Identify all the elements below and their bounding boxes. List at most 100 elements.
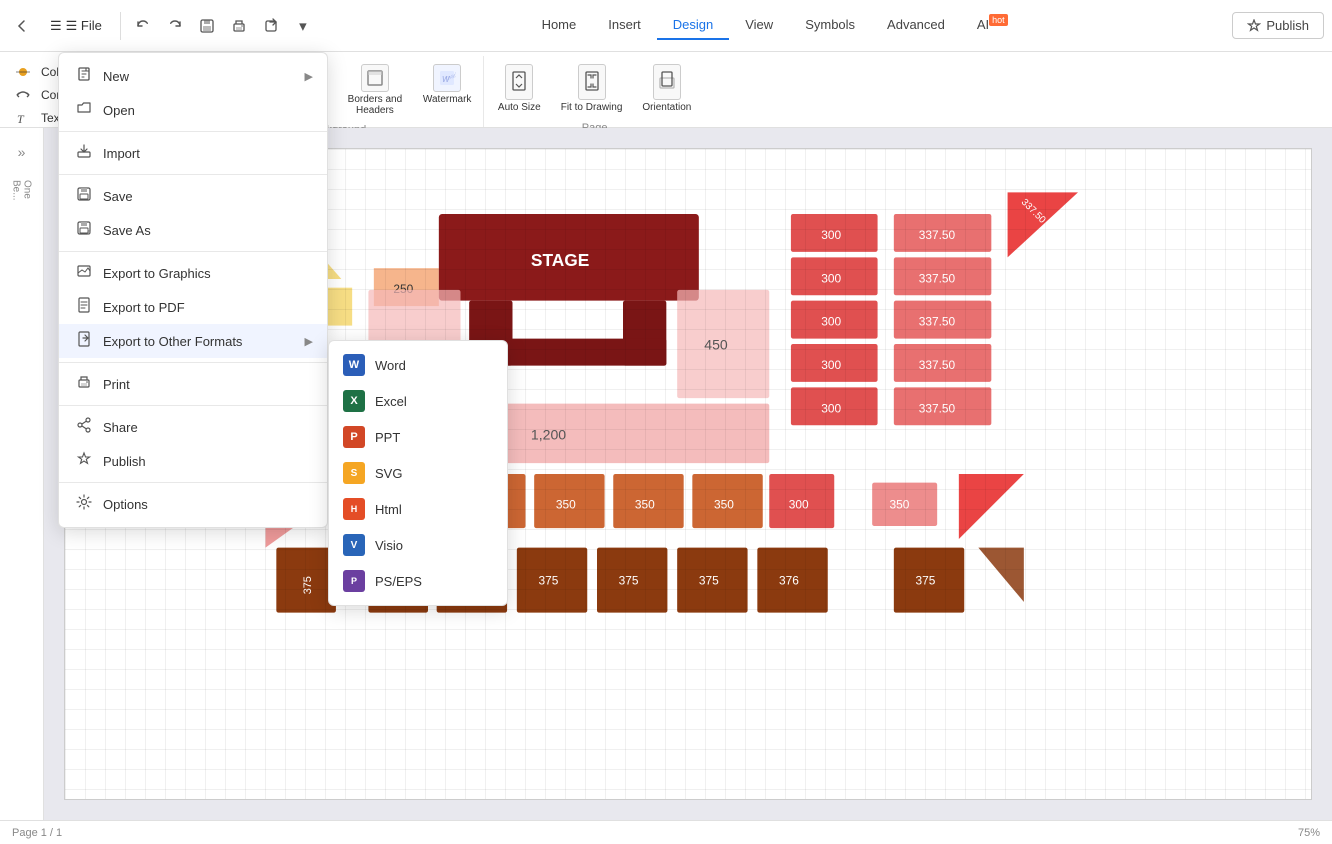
sidebar-collapse-button[interactable]: » [6,136,38,168]
print-button[interactable] [225,12,253,40]
submenu-label-svg: SVG [375,466,402,481]
svg-text:337.50: 337.50 [919,315,956,329]
sidebar: » OneBe... [0,128,44,820]
menu-item-export-other[interactable]: Export to Other Formats ▶ [59,324,327,358]
menu-label-print: Print [103,377,130,392]
tab-advanced[interactable]: Advanced [871,11,961,40]
sep-3 [59,251,327,252]
menu-label-share: Share [103,420,138,435]
options-icon [75,494,93,514]
svg-text:250: 250 [393,282,413,296]
undo-button[interactable] [129,12,157,40]
svg-text:337.50: 337.50 [919,358,956,372]
orientation-icon [653,64,681,100]
export-other-arrow: ▶ [305,335,313,348]
menu-item-save-as[interactable]: Save As [59,213,327,247]
export-button[interactable] [257,12,285,40]
tab-view[interactable]: View [729,11,789,40]
svg-text:337.50: 337.50 [1019,197,1048,226]
statusbar: Page 1 / 1 75% [0,820,1332,844]
menu-item-open[interactable]: Open [59,93,327,127]
pseps-icon: P [343,570,365,592]
import-icon [75,143,93,163]
submenu-label-html: Html [375,502,402,517]
svg-text:376: 376 [779,574,799,588]
tab-insert[interactable]: Insert [592,11,657,40]
menu-label-export-pdf: Export to PDF [103,300,185,315]
sep-6 [59,482,327,483]
auto-size-button[interactable]: Auto Size [492,60,547,118]
sep-1 [59,131,327,132]
new-icon [75,66,93,86]
menu-item-options[interactable]: Options [59,487,327,521]
export-other-icon [75,331,93,351]
nav-tabs: Home Insert Design View Symbols Advanced… [526,11,1024,40]
menu-item-print[interactable]: Print [59,367,327,401]
menu-item-import[interactable]: Import [59,136,327,170]
back-button[interactable] [8,12,36,40]
submenu-item-html[interactable]: H Html [329,491,507,527]
svg-text:T: T [17,112,25,126]
auto-size-icon [505,64,533,100]
submenu-label-word: Word [375,358,406,373]
export-pdf-icon [75,297,93,317]
sidebar-panel-label: OneBe... [11,180,33,201]
publish-button[interactable]: Publish [1232,12,1324,39]
svg-text:450: 450 [704,336,728,352]
orientation-button[interactable]: Orientation [636,60,697,118]
submenu-item-visio[interactable]: V Visio [329,527,507,563]
fit-drawing-icon [578,64,606,100]
svg-text:375: 375 [302,576,314,594]
file-menu-button[interactable]: ☰ ☰ File [40,14,112,38]
menu-item-export-graphics[interactable]: Export to Graphics [59,256,327,290]
svg-text:300: 300 [821,358,841,372]
svg-icon: S [343,462,365,484]
ppt-icon: P [343,426,365,448]
svg-text:350: 350 [889,498,909,512]
watermark-button[interactable]: W mark Watermark [417,60,477,109]
menu-label-import: Import [103,146,140,161]
tab-symbols[interactable]: Symbols [789,11,871,40]
submenu-label-ppt: PPT [375,430,400,445]
menu-item-publish[interactable]: Publish [59,444,327,478]
menu-label-open: Open [103,103,135,118]
svg-text:375: 375 [699,574,719,588]
word-icon: W [343,354,365,376]
share-icon [75,417,93,437]
submenu-item-word[interactable]: W Word [329,347,507,383]
borders-headers-button[interactable]: Borders and Headers [341,60,409,120]
fit-to-drawing-button[interactable]: Fit to Drawing [555,60,629,118]
menu-item-save[interactable]: Save [59,179,327,213]
separator-1 [120,12,121,40]
menu-item-export-pdf[interactable]: Export to PDF [59,290,327,324]
html-icon: H [343,498,365,520]
menu-item-new[interactable]: New ▶ [59,59,327,93]
titlebar: ☰ ☰ File ▾ Home Insert Design View Symbo… [0,0,1332,52]
tab-ai[interactable]: AIhot [961,11,1024,40]
submenu-label-visio: Visio [375,538,403,553]
sep-2 [59,174,327,175]
more-button[interactable]: ▾ [289,12,317,40]
tab-design[interactable]: Design [657,11,729,40]
submenu-label-pseps: PS/EPS [375,574,422,589]
ribbon-group-page: Auto Size Fit to Drawing [486,56,703,127]
tab-home[interactable]: Home [526,11,593,40]
borders-icon [361,64,389,92]
menu-label-save-as: Save As [103,223,151,238]
svg-text:1,200: 1,200 [531,426,566,442]
redo-button[interactable] [161,12,189,40]
svg-text:337.50: 337.50 [919,271,956,285]
svg-text:350: 350 [714,498,734,512]
watermark-icon: W mark [433,64,461,92]
svg-text:300: 300 [789,498,809,512]
submenu-item-ppt[interactable]: P PPT [329,419,507,455]
export-graphics-icon [75,263,93,283]
save-as-icon [75,220,93,240]
submenu-item-excel[interactable]: X Excel [329,383,507,419]
menu-item-share[interactable]: Share [59,410,327,444]
submenu-item-pseps[interactable]: P PS/EPS [329,563,507,599]
export-other-submenu: W Word X Excel P PPT S SVG H Html V Visi… [328,340,508,606]
submenu-item-svg[interactable]: S SVG [329,455,507,491]
svg-text:STAGE: STAGE [531,250,589,270]
save-button[interactable] [193,12,221,40]
